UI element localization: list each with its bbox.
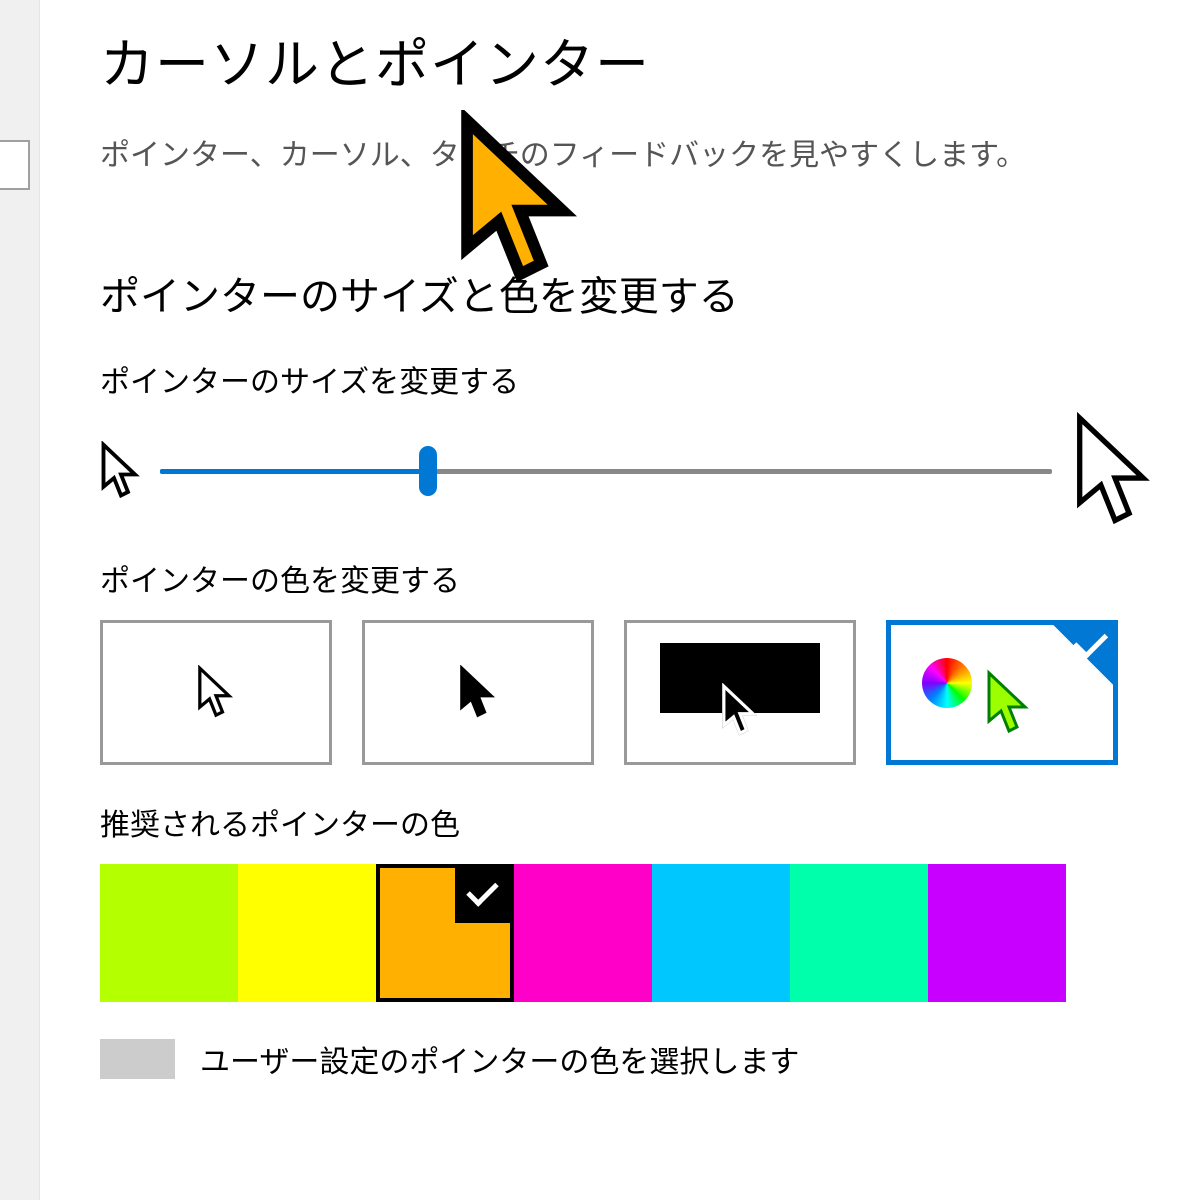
custom-color-label: ユーザー設定のポインターの色を選択します	[200, 1037, 799, 1081]
cursor-black-icon	[458, 665, 498, 720]
color-wheel-icon	[922, 658, 972, 708]
slider-fill	[160, 469, 428, 474]
check-icon	[455, 868, 510, 923]
color-label: ポインターの色を変更する	[100, 556, 1160, 600]
color-option-inverted[interactable]	[624, 620, 856, 765]
color-swatch[interactable]	[652, 864, 790, 1002]
slider-thumb[interactable]	[419, 446, 437, 496]
section-heading: ポインターのサイズと色を変更する	[100, 264, 1160, 322]
color-swatch[interactable]	[928, 864, 1066, 1002]
cursor-inverted-icon	[720, 683, 760, 738]
color-option-white[interactable]	[100, 620, 332, 765]
color-option-custom[interactable]	[886, 620, 1118, 765]
cursor-small-icon	[100, 441, 142, 501]
cursor-large-icon	[1070, 411, 1160, 531]
inverted-bg	[660, 643, 820, 713]
color-swatch[interactable]	[100, 864, 238, 1002]
main-content: カーソルとポインター ポインター、カーソル、タッチのフィードバックを見やすくしま…	[100, 30, 1160, 1081]
size-slider-row	[100, 421, 1160, 521]
cursor-colored-icon	[984, 669, 1034, 737]
page-subtitle: ポインター、カーソル、タッチのフィードバックを見やすくします。	[100, 130, 1160, 174]
custom-color-button[interactable]	[100, 1039, 175, 1079]
color-swatch[interactable]	[238, 864, 376, 1002]
sidebar-stub	[0, 140, 30, 190]
cursor-white-icon	[196, 665, 236, 720]
color-option-black[interactable]	[362, 620, 594, 765]
page-title: カーソルとポインター	[100, 30, 1160, 100]
color-swatch[interactable]	[376, 864, 514, 1002]
color-swatch[interactable]	[790, 864, 928, 1002]
color-swatches	[100, 864, 1160, 1002]
color-swatch[interactable]	[514, 864, 652, 1002]
sidebar-edge	[0, 0, 40, 1200]
custom-color-row: ユーザー設定のポインターの色を選択します	[100, 1037, 1160, 1081]
size-slider[interactable]	[160, 451, 1052, 491]
recommended-label: 推奨されるポインターの色	[100, 800, 1160, 844]
check-icon	[1053, 625, 1113, 685]
size-label: ポインターのサイズを変更する	[100, 357, 1160, 401]
color-style-options	[100, 620, 1160, 765]
